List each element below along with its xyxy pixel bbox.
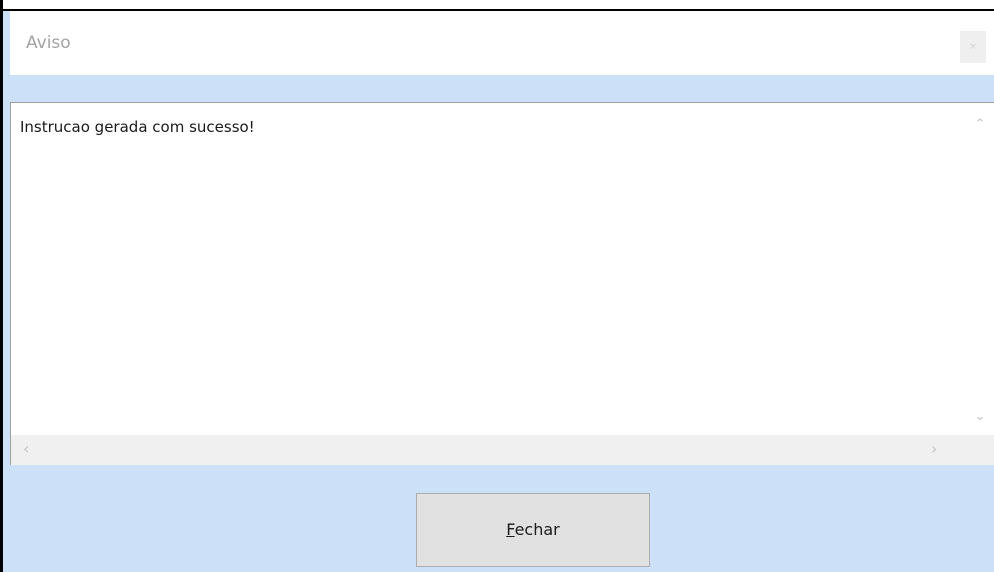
window-frame-border-left — [0, 0, 3, 572]
header-strip — [10, 75, 994, 102]
chevron-left-icon[interactable]: ‹ — [23, 439, 29, 459]
close-button-label: echar — [514, 520, 560, 539]
close-button[interactable]: Fechar — [416, 493, 650, 567]
chevron-up-icon[interactable]: ⌃ — [966, 117, 994, 132]
message-textarea[interactable]: Instrucao gerada com sucesso! ⌃ ⌄ ‹ › — [10, 102, 994, 465]
horizontal-scrollbar[interactable]: ‹ › — [11, 435, 966, 465]
dialog-title: Aviso — [26, 33, 71, 53]
close-button-mnemonic: F — [506, 520, 515, 539]
close-icon[interactable]: × — [960, 31, 986, 63]
message-text: Instrucao gerada com sucesso! — [20, 118, 255, 136]
scrollbar-corner — [966, 435, 994, 465]
vertical-scrollbar[interactable]: ⌃ ⌄ — [966, 103, 994, 435]
chevron-down-icon[interactable]: ⌄ — [966, 409, 994, 424]
dialog-footer: Fechar — [10, 465, 994, 572]
chevron-right-icon[interactable]: › — [931, 439, 937, 459]
title-bar[interactable]: Aviso × — [10, 11, 994, 75]
dialog-window: Aviso × Instrucao gerada com sucesso! ⌃ … — [0, 0, 994, 572]
